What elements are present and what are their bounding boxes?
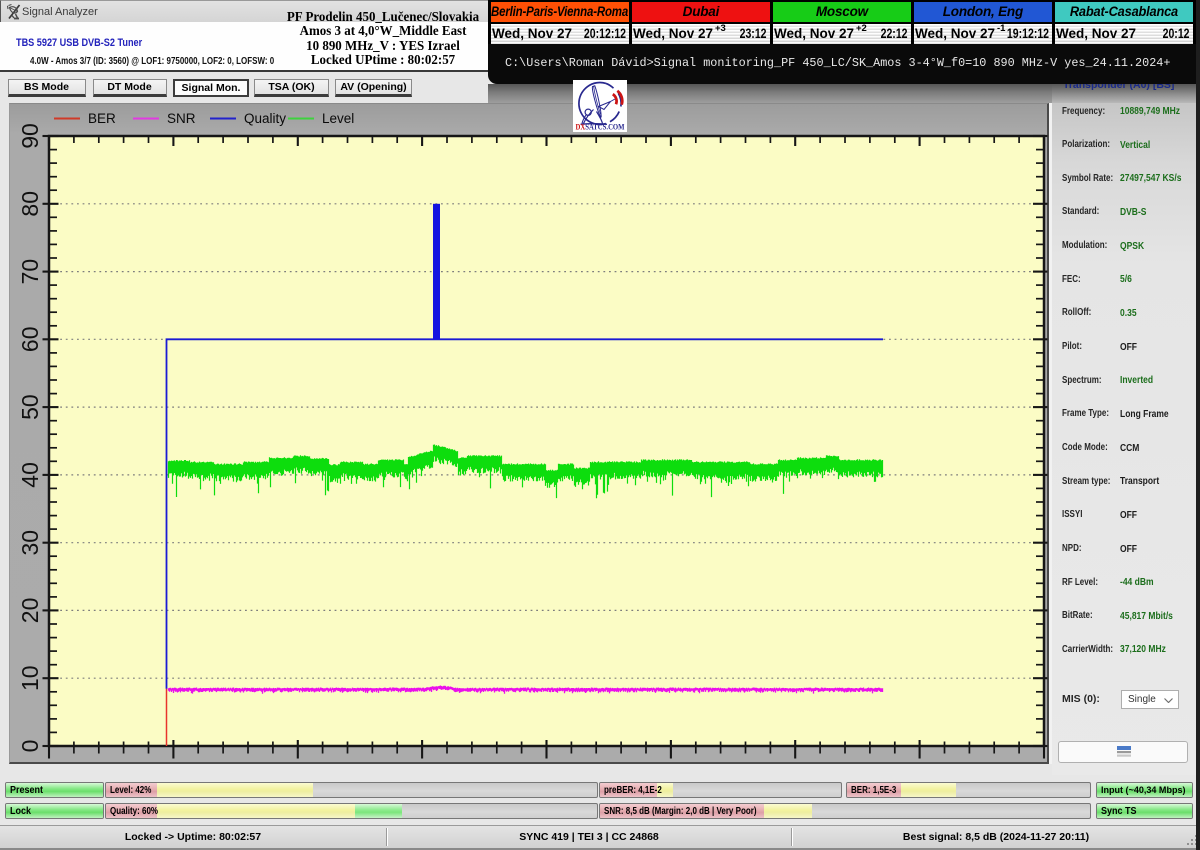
svg-text:90: 90	[17, 123, 43, 149]
svg-text:SNR: SNR	[167, 111, 196, 126]
svg-text:40: 40	[17, 462, 43, 488]
svg-text:DXSATCS.COM: DXSATCS.COM	[576, 123, 625, 132]
svg-text:50: 50	[17, 394, 43, 420]
svg-text:Quality: Quality	[244, 111, 286, 126]
svg-text:10: 10	[17, 665, 43, 691]
svg-text:60: 60	[17, 327, 43, 353]
svg-text:BER: BER	[88, 111, 116, 126]
svg-text:30: 30	[17, 530, 43, 556]
svg-text:80: 80	[17, 191, 43, 217]
svg-text:0: 0	[17, 740, 43, 753]
svg-text:70: 70	[17, 259, 43, 285]
svg-text:Level: Level	[322, 111, 354, 126]
svg-text:20: 20	[17, 598, 43, 624]
